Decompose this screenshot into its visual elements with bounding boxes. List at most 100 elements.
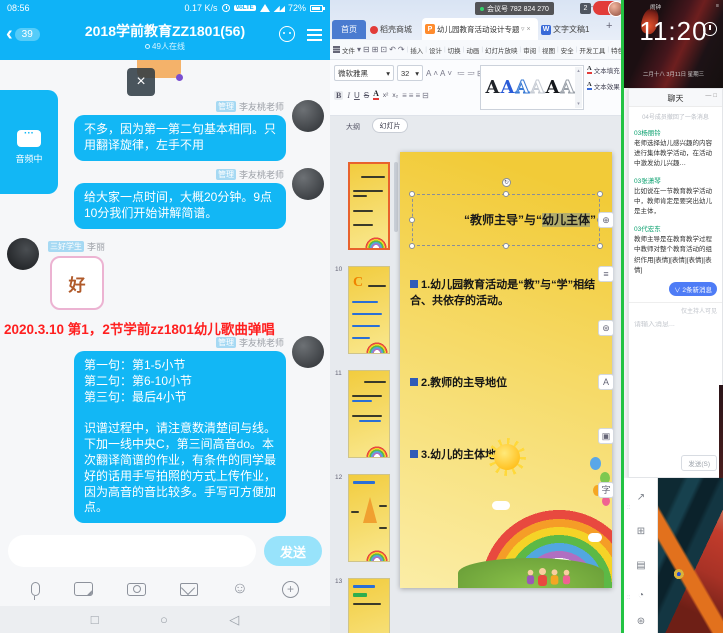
grid-view-icon[interactable]: ⊞ [635,526,647,538]
record-icon[interactable]: ◔ [635,590,647,602]
chat-window-controls[interactable]: —□ [705,93,719,99]
message-input[interactable] [8,535,256,567]
menu-features[interactable]: 特色功能 [611,45,621,55]
group-member-icon[interactable] [279,26,295,42]
share-icon[interactable]: ↗ [635,492,647,504]
drag-grip[interactable]: :: [627,596,630,600]
settings-tool-icon[interactable]: ⊛ [598,320,614,336]
print-icon[interactable]: ⊞ [372,45,379,54]
avatar[interactable] [292,100,324,132]
avatar[interactable] [7,238,39,270]
rotate-handle[interactable]: ↻ [502,178,511,187]
slide-bullet-2[interactable]: 2.教师的主导地位 [410,376,602,392]
notes-icon[interactable]: ▤ [635,560,647,572]
slide-thumbnail[interactable] [348,474,390,562]
menu-design[interactable]: 设计 [429,45,442,55]
meeting-send-button[interactable]: 发送(S) [681,455,717,471]
align-tool-icon[interactable]: ≡ [598,266,614,282]
bold-button[interactable]: B [334,91,343,100]
wordart-style-3[interactable]: A [516,77,530,98]
wordart-style-4[interactable]: A [531,77,545,98]
send-button[interactable]: 发送 [264,536,322,566]
menu-view[interactable]: 视图 [542,45,555,55]
tab-text-doc[interactable]: W 文字文稿1 [541,20,589,39]
message-bubble[interactable]: 给大家一点时间，大概20分钟。9点10分我们开始讲解简谱。 [74,183,286,229]
gallery-icon[interactable] [74,582,93,596]
grow-shrink-font-icons[interactable]: A˄A˅ [426,69,454,78]
menu-file[interactable]: 文件 [342,45,355,55]
slide-thumbnail[interactable] [348,578,390,633]
close-tab-icon[interactable]: × [527,26,531,33]
font-color-button[interactable]: A [373,90,379,100]
slide-title[interactable]: “教师主导”与“幼儿主体” [413,195,599,245]
superscript-button[interactable]: x² [383,92,388,99]
tab-presentation-doc[interactable]: P 幼儿园教育活动设计专题辅导.ppt ▿ × [422,18,538,40]
underline-button[interactable]: U [354,91,360,100]
audio-call-overlay[interactable]: 音频中 [0,90,58,194]
pin-icon[interactable]: ▿ [521,25,525,33]
menu-slideshow[interactable]: 幻灯片放映 [485,45,518,55]
meeting-chat-body[interactable]: 04号成员撤回了一条消息 03杨丽铃 老师选择幼儿感兴趣的内容进行集体教学活动，… [629,107,722,477]
slide-thumbnail[interactable] [348,370,390,458]
align-icons[interactable]: ≡≡≡⊟ [402,91,431,100]
meeting-chat-input[interactable] [634,321,717,328]
selected-title-textbox[interactable]: ↻ “教师主导”与“幼儿主体” [412,194,600,246]
menu-review[interactable]: 审阅 [523,45,536,55]
font-tool-button[interactable]: 字 [598,482,614,498]
home-button[interactable]: ○ [160,612,168,627]
redo-icon[interactable]: ↷ [398,45,405,54]
strike-button[interactable]: S [364,91,369,100]
sticker-message[interactable]: 好 [50,256,104,310]
layout-pane-icon[interactable]: ▣ [598,428,614,444]
recents-button[interactable]: □ [91,612,99,627]
font-name-select[interactable]: 微软雅黑▾ [334,65,394,81]
tab-slides[interactable]: 幻灯片 [372,118,408,133]
back-button-android[interactable]: ◁ [229,612,239,628]
new-tab-button[interactable]: + [606,20,612,32]
gallery-scroll[interactable]: ▴▾ [575,67,582,108]
menu-insert[interactable]: 插入 [410,45,423,55]
chat-message-area[interactable]: × 音频中 管理 李友桃老师 不多，因为第一第二句基本相同。只用翻译旋律，左手不… [0,60,330,530]
hamburger-menu-icon[interactable] [307,29,322,31]
camera-icon[interactable] [127,583,146,596]
message-bubble[interactable]: 第一句：第1-5小节 第二句：第6-10小节 第三句：最后4小节 识谱过程中，请… [74,351,286,523]
italic-button[interactable]: I [347,91,350,100]
new-messages-button[interactable]: ∨ 2条新消息 [669,282,717,296]
wordart-style-6[interactable]: A [561,77,575,98]
emoji-icon[interactable]: ☺ [232,580,248,598]
avatar[interactable] [292,336,324,368]
slide-thumbnail[interactable]: C [348,266,390,354]
menu-devtools[interactable]: 开发工具 [579,45,605,55]
save-icon[interactable]: ⊟ [363,45,370,54]
text-fill-button[interactable]: A 文本填充▾ [587,65,621,75]
wordart-style-2[interactable]: A [501,77,515,98]
settings-icon[interactable]: ⊛ [635,616,647,628]
meeting-chat-header[interactable]: 聊天 —□ [629,89,722,107]
font-size-select[interactable]: 32▾ [397,65,423,81]
close-overlay-button[interactable]: × [127,68,155,96]
microphone-icon[interactable] [31,582,40,596]
wordart-style-1[interactable]: A [486,77,500,98]
slide-bullet-1[interactable]: 1.幼儿园教育活动是“教”与“学”相结合、共依存的活动。 [410,278,602,310]
app-menu-icon[interactable] [333,46,340,48]
avatar[interactable] [292,168,324,200]
red-packet-icon[interactable] [180,583,198,596]
thumbnail-scrollbar[interactable] [394,162,398,232]
text-effect-button[interactable]: A 文本效果 文 [587,81,621,91]
slide-thumbnail-selected[interactable] [348,162,390,250]
message-bubble[interactable]: 不多，因为第一第二句基本相同。只用翻译旋律，左手不用 [74,115,286,161]
wps-home-tab[interactable]: 首页 [332,20,366,39]
tab-outline[interactable]: 大纲 [346,122,360,132]
drag-grip[interactable]: :: [627,506,630,510]
subscript-button[interactable]: x₂ [392,92,398,99]
object-layout-icon[interactable]: ⊕ [598,212,614,228]
wordart-gallery[interactable]: A A A A A A ▴▾ [480,65,584,110]
more-icon[interactable]: + [282,581,299,598]
menu-animation[interactable]: 动画 [466,45,479,55]
export-icon[interactable]: ⊡ [380,45,387,54]
undo-icon[interactable]: ↶ [389,45,396,54]
clock-menu-icon[interactable]: ≡ [716,3,719,11]
wordart-style-5[interactable]: A [546,77,560,98]
promo-red-packet-button[interactable] [593,1,620,15]
wps-store-tab[interactable]: 稻壳商城 [370,20,412,39]
